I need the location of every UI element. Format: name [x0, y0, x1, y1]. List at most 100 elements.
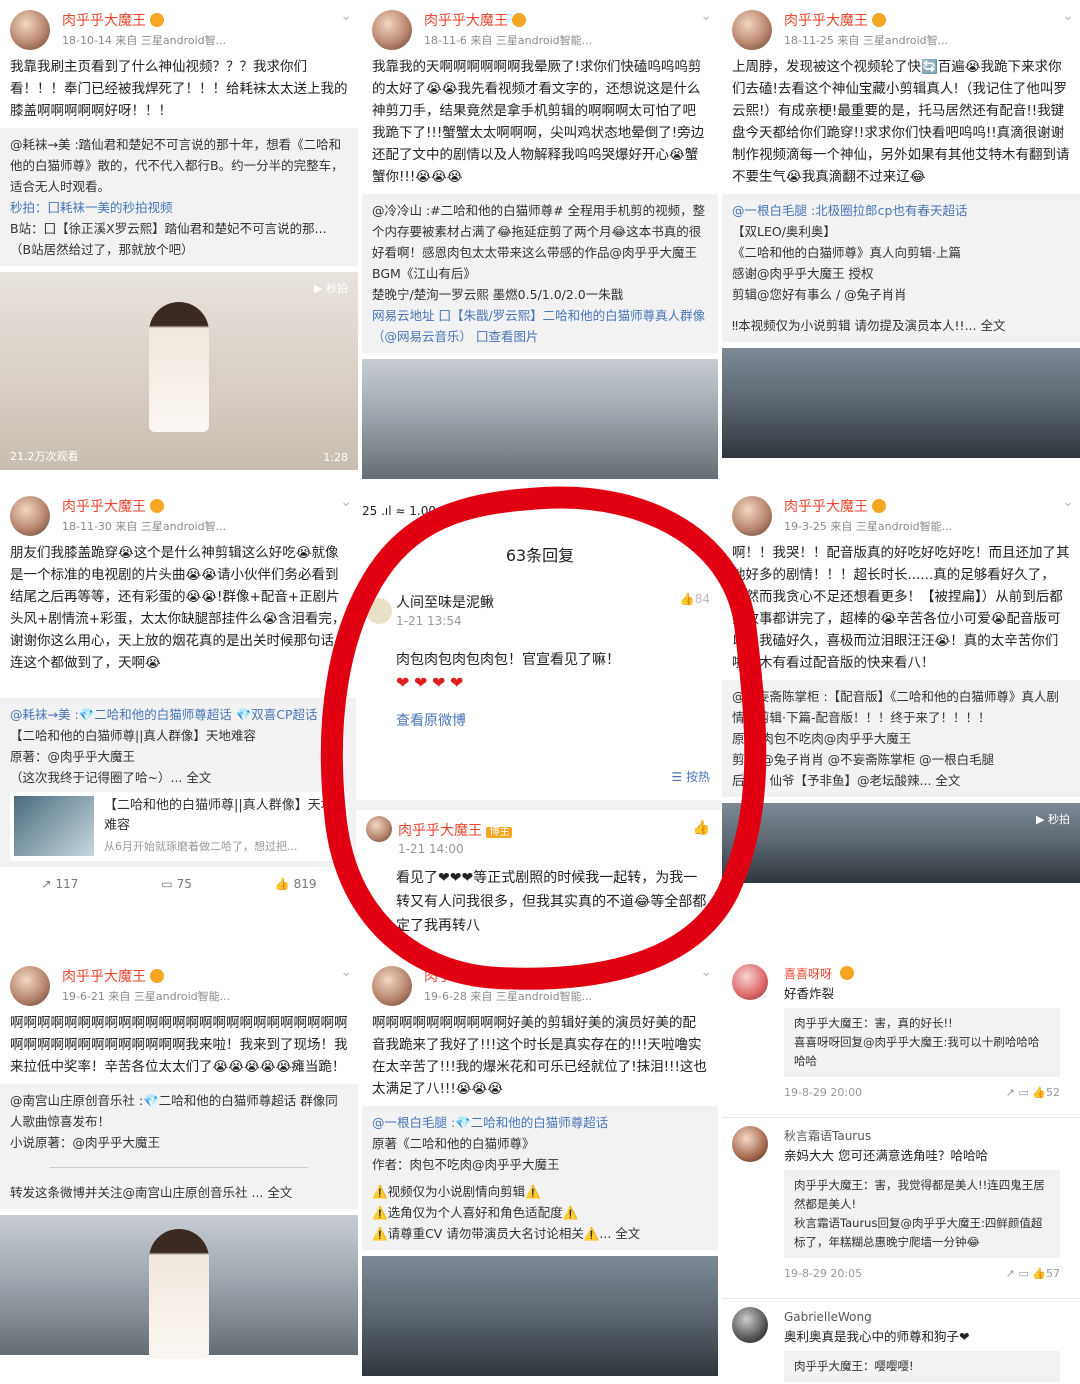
comment-date: 19-8-29 20:00 — [784, 1086, 863, 1099]
repost-block[interactable]: @一根白毛腿 :💎二哈和他的白猫师尊超话 原著《二哈和他的白猫师尊》 作者：肉包… — [362, 1106, 718, 1250]
comment-text: 亲妈大大 您可还满意选角哇？哈哈哈 — [784, 1148, 988, 1163]
comment-username[interactable]: 喜喜呀呀 — [784, 964, 1070, 984]
comment-username[interactable]: 秋言霜语Taurus — [784, 1126, 1070, 1146]
thumbs-up-icon[interactable]: 👍 — [1032, 1267, 1046, 1280]
repost-block[interactable]: @南宫山庄原创音乐社 :💎二哈和他的白猫师尊超话 群像同人歌曲惊喜发布！ 小说原… — [0, 1084, 358, 1209]
repost-text[interactable]: @一根白毛腿 :💎二哈和他的白猫师尊超话 — [372, 1112, 708, 1133]
chevron-down-icon[interactable]: ⌄ — [1062, 494, 1074, 510]
avatar[interactable] — [732, 1307, 768, 1343]
avatar[interactable] — [10, 966, 50, 1006]
username[interactable]: 肉乎乎大魔王 — [62, 496, 164, 516]
username[interactable]: 肉乎乎大魔王 — [424, 10, 526, 30]
avatar[interactable] — [732, 964, 768, 1000]
username[interactable]: 肉乎乎大魔王 — [784, 496, 886, 516]
avatar[interactable] — [10, 10, 50, 50]
link-card[interactable]: 【二哈和他的白猫师尊||真人群像】天地难容 从6月开始就琢磨着做二哈了，想过把.… — [10, 792, 348, 861]
repost-text: @不妄斋陈掌柜 :【配音版】《二哈和他的白猫师尊》真人剧情向剪辑·下篇-配音版！… — [732, 689, 1059, 725]
repost-link[interactable]: 秒拍：囗耗袜一美的秒拍视频 — [10, 197, 348, 218]
repost-more[interactable]: 转发这条微博并关注@南宫山庄原创音乐社 ... 全文 — [10, 1182, 348, 1203]
thumbs-up-icon[interactable]: 👍 — [1032, 1086, 1046, 1099]
username[interactable]: 肉乎乎大魔王 — [62, 966, 164, 986]
card-header: 肉乎乎大魔王 18-11-6 来自 三星android智能... ⌄ — [362, 0, 718, 52]
card-header: 肉乎乎大魔王 19-3-25 来自 三星android智能... ⌄ — [722, 486, 1080, 538]
comment: 秋言霜语Taurus 亲妈大大 您可还满意选角哇？哈哈哈 肉乎乎大魔王：害，我觉… — [722, 1118, 1080, 1298]
warning-text: ⚠️选角仅为个人喜好和角色适配度⚠️ — [372, 1205, 579, 1220]
sub-comments[interactable]: 肉乎乎大魔王：害，我觉得都是美人!!连四鬼王居然都是美人! 秋言霜语Taurus… — [784, 1170, 1060, 1258]
repost-block[interactable]: @不妄斋陈掌柜 :【配音版】《二哈和他的白猫师尊》真人剧情向剪辑·下篇-配音版！… — [722, 680, 1080, 797]
repost-text[interactable]: @耗袜→美 :💎二哈和他的白猫师尊超话 💎双喜CP超话 — [10, 704, 348, 725]
chevron-down-icon[interactable]: ⌄ — [700, 8, 712, 24]
card-header: 肉乎乎大魔王 18-11-25 来自 三星android智... ⌄ — [722, 0, 1080, 52]
avatar[interactable] — [372, 10, 412, 50]
repost-link[interactable]: 网易云地址 囗【朱戬/罗云熙】二哈和他的白猫师尊真人群像（@网易云音乐） 囗查看… — [372, 305, 708, 347]
avatar[interactable] — [366, 598, 392, 624]
reply-popup: 25 .ıl ≈ 1.00 KB/S HD 63条回复 人间至味是泥鳅 👍84 … — [356, 500, 724, 940]
repost-line: 原著/肉包不吃肉@肉乎乎大魔王 — [732, 731, 912, 746]
video-thumbnail[interactable] — [362, 1256, 718, 1376]
repost-block[interactable]: @冷冷山 :#二哈和他的白猫师尊# 全程用手机剪的视频，整个内存要被素材占满了😂… — [362, 194, 718, 353]
figure-image — [149, 302, 209, 432]
reply-text: 看见了❤❤❤等正式剧照的时候我一起转，为我一转又有人问我很多，但我其实真的不道😂… — [396, 870, 707, 934]
comment-icon[interactable]: ▭ — [1018, 1267, 1028, 1280]
repost-block[interactable]: @耗袜→美 :踏仙君和楚妃不可言说的那十年，想看《二哈和他的白猫师尊》散的，代不… — [0, 128, 358, 266]
avatar[interactable] — [732, 1126, 768, 1162]
action-bar: ↗ 117 ▭ 75 👍 819 — [0, 867, 358, 901]
comments-panel: 喜喜呀呀 好香炸裂 肉乎乎大魔王：害，真的好长!! 喜喜呀呀回复@肉乎乎大魔王:… — [722, 956, 1080, 1384]
repost-line[interactable]: 后期：仙爷【予非鱼】@老坛酸辣... 全文 — [732, 770, 1070, 791]
popup-title: 63条回复 — [505, 546, 575, 565]
username[interactable]: 肉乎乎大魔王 — [784, 10, 886, 30]
avatar[interactable] — [732, 10, 772, 50]
miaopai-icon: ▶ 秒拍 — [314, 282, 348, 295]
comment-icon[interactable]: ▭ — [1018, 1086, 1028, 1099]
sort-button[interactable]: ☰ 按热 — [671, 768, 710, 785]
chevron-down-icon[interactable]: ⌄ — [1062, 8, 1074, 24]
weibo-card-5: 肉乎乎大魔王 19-3-25 来自 三星android智能... ⌄ 啊！！我哭… — [722, 486, 1080, 956]
card-header: 肉乎乎大魔王 18-10-14 来自 三星android智... ⌄ — [0, 0, 358, 52]
repost-text[interactable]: @一根白毛腿 :北极圈拉郎cp也有春天超话 — [732, 200, 1070, 221]
video-thumbnail[interactable] — [722, 348, 1080, 458]
repost-author: 小说原著：@肉乎乎大魔王 — [10, 1135, 161, 1150]
username[interactable]: 肉乎乎大魔王 — [62, 10, 164, 30]
avatar[interactable] — [366, 816, 392, 842]
post-meta: 19-6-28 来自 三星android智能... — [424, 990, 593, 1003]
comment-username[interactable]: GabrielleWong — [784, 1307, 1070, 1327]
repost-link[interactable]: B站：囗【徐正溪X罗云熙】踏仙君和楚妃不可言说的那... （B站居然给过了，那就… — [10, 218, 348, 260]
like-button[interactable]: 👍 819 — [275, 877, 317, 891]
repost-block[interactable]: @一根白毛腿 :北极圈拉郎cp也有春天超话 【双LEO/奥利奥】 《二哈和他的白… — [722, 194, 1080, 342]
username[interactable]: 肉乎乎大魔王 — [424, 966, 526, 986]
avatar[interactable] — [10, 496, 50, 536]
hearts: ❤ ❤ ❤ ❤ — [396, 673, 464, 692]
repost-more[interactable]: （这次我终于记得圈了哈~）... 全文 — [10, 767, 348, 788]
reply-username[interactable]: 人间至味是泥鳅 — [396, 592, 494, 612]
chevron-down-icon[interactable]: ⌄ — [700, 964, 712, 980]
weibo-card-3: 肉乎乎大魔王 18-11-25 来自 三星android智... ⌄ 上周脖，发… — [722, 0, 1080, 494]
repost-block[interactable]: @耗袜→美 :💎二哈和他的白猫师尊超话 💎双喜CP超话 【二哈和他的白猫师尊||… — [0, 698, 358, 867]
share-icon: ↗ — [41, 877, 52, 891]
share-icon[interactable]: ↗ — [1006, 1086, 1015, 1099]
chevron-down-icon[interactable]: ⌄ — [340, 8, 352, 24]
video-thumbnail[interactable]: ▶ 秒拍 — [722, 803, 1080, 883]
avatar[interactable] — [372, 966, 412, 1006]
repost-warning[interactable]: ‼本视频仅为小说剪辑 请勿提及演员本人!!... 全文 — [732, 315, 1070, 336]
sub-comments[interactable]: 肉乎乎大魔王：害，真的好长!! 喜喜呀呀回复@肉乎乎大魔王:我可以十刷哈哈哈哈哈 — [784, 1008, 1060, 1077]
sub-comments[interactable]: 肉乎乎大魔王：嘤嘤嘤! — [784, 1351, 1060, 1382]
weibo-card-7: 肉乎乎大魔王 19-6-28 来自 三星android智能... ⌄ 啊啊啊啊啊… — [362, 956, 718, 1384]
post-meta: 19-3-25 来自 三星android智能... — [784, 520, 953, 533]
chevron-down-icon[interactable]: ⌄ — [340, 494, 352, 510]
view-count: 21.2万次观看 — [10, 450, 79, 463]
view-original-link[interactable]: 查看原微博 — [396, 710, 466, 730]
video-thumbnail[interactable] — [0, 1215, 358, 1359]
reply-username[interactable]: 肉乎乎大魔王 博主 — [398, 820, 513, 840]
status-bar: 25 .ıl ≈ 1.00 KB/S HD — [362, 504, 490, 518]
comment-button[interactable]: ▭ 75 — [161, 877, 192, 891]
thumbs-up-icon[interactable]: 👍 — [693, 820, 710, 836]
divider — [356, 800, 724, 810]
like-count[interactable]: 👍84 — [680, 592, 710, 606]
video-thumbnail[interactable]: ▶ 秒拍 21.2万次观看 1:28 — [0, 272, 358, 470]
share-icon[interactable]: ↗ — [1006, 1267, 1015, 1280]
warning-text[interactable]: ⚠️请尊重CV 请勿带演员大名讨论相关⚠️... 全文 — [372, 1223, 708, 1244]
avatar[interactable] — [732, 496, 772, 536]
video-thumbnail[interactable] — [362, 359, 718, 479]
share-button[interactable]: ↗ 117 — [41, 877, 78, 891]
chevron-down-icon[interactable]: ⌄ — [340, 964, 352, 980]
